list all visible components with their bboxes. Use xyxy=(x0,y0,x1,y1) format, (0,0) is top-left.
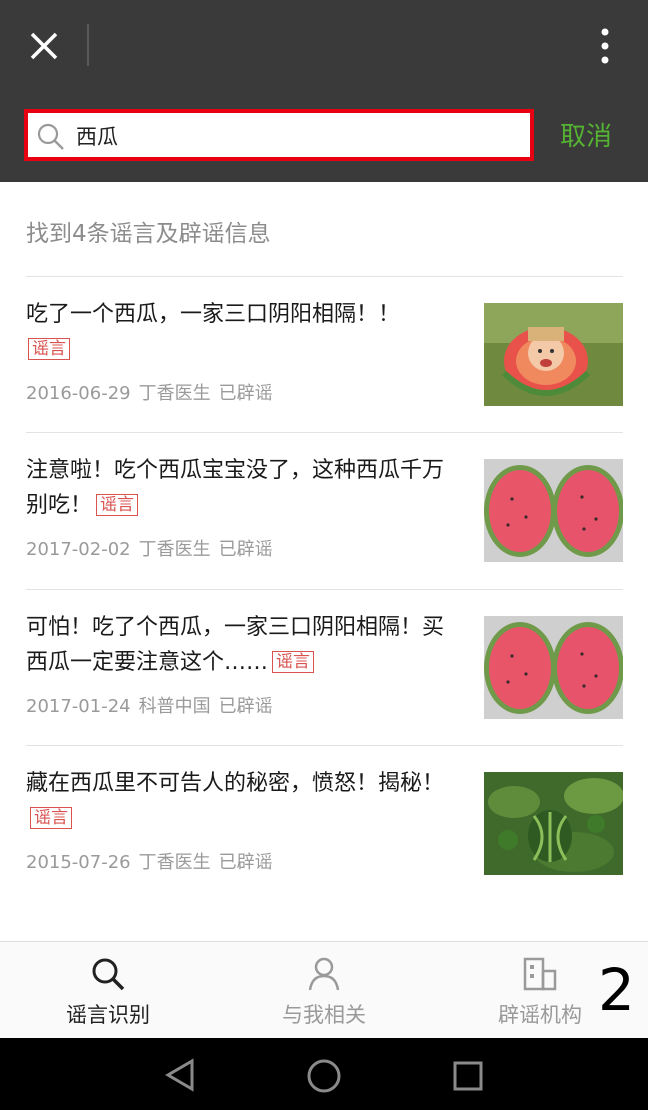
item-source: 丁香医生 xyxy=(138,383,211,404)
item-status: 已辟谣 xyxy=(218,696,273,717)
item-meta: 2017-01-24 科普中国 已辟谣 xyxy=(26,692,281,722)
rumor-tag: 谣言 xyxy=(96,494,139,516)
item-thumbnail xyxy=(484,459,623,562)
item-thumbnail xyxy=(484,616,623,719)
item-title: 吃了一个西瓜，一家三口阴阳相隔！！ 谣言 xyxy=(26,297,456,367)
item-status: 已辟谣 xyxy=(218,539,273,560)
rumor-tag: 谣言 xyxy=(272,651,315,673)
item-source: 科普中国 xyxy=(138,696,211,717)
search-input[interactable]: 西瓜 xyxy=(24,109,534,161)
item-thumbnail xyxy=(484,303,623,406)
divider xyxy=(26,276,623,277)
item-date: 2017-02-02 xyxy=(26,539,131,560)
item-title: 注意啦！吃个西瓜宝宝没了，这种西瓜千万别吃！ 谣言 xyxy=(26,453,456,523)
divider xyxy=(26,589,623,590)
tab-label: 辟谣机构 xyxy=(498,1003,582,1027)
divider xyxy=(26,745,623,746)
recent-apps-icon[interactable] xyxy=(452,1060,484,1092)
tab-label: 与我相关 xyxy=(282,1003,366,1027)
item-thumbnail xyxy=(484,772,623,875)
overlay-number: 2 xyxy=(598,956,635,1024)
item-meta: 2017-02-02 丁香医生 已辟谣 xyxy=(26,535,281,565)
rumor-tag: 谣言 xyxy=(28,338,70,360)
item-status: 已辟谣 xyxy=(218,852,273,873)
bottom-tab-bar: 谣言识别 与我相关 辟谣机构 xyxy=(0,941,648,1039)
item-meta: 2016-06-29 丁香医生 已辟谣 xyxy=(26,379,281,409)
tab-related-to-me[interactable]: 与我相关 xyxy=(244,942,404,1039)
header-divider xyxy=(87,24,89,66)
item-date: 2015-07-26 xyxy=(26,852,131,873)
close-button[interactable] xyxy=(24,26,64,66)
item-status: 已辟谣 xyxy=(218,383,273,404)
close-icon xyxy=(30,32,58,60)
more-button[interactable] xyxy=(588,24,622,68)
item-title-text: 藏在西瓜里不可告人的秘密，愤怒！揭秘！ xyxy=(26,771,445,796)
search-icon xyxy=(92,958,125,991)
item-title-text: 吃了一个西瓜，一家三口阴阳相隔！！ xyxy=(26,302,401,327)
home-icon[interactable] xyxy=(306,1058,342,1094)
tab-rumor-agency[interactable]: 辟谣机构 xyxy=(460,942,620,1039)
tab-rumor-identify[interactable]: 谣言识别 xyxy=(28,942,188,1039)
more-vertical-icon xyxy=(601,28,609,64)
item-meta: 2015-07-26 丁香医生 已辟谣 xyxy=(26,848,281,878)
item-title: 藏在西瓜里不可告人的秘密，愤怒！揭秘！ 谣言 xyxy=(26,766,456,836)
item-source: 丁香医生 xyxy=(138,852,211,873)
result-summary: 找到4条谣言及辟谣信息 xyxy=(26,221,271,247)
system-nav-bar xyxy=(0,1038,648,1110)
building-icon xyxy=(523,957,557,991)
top-bar: 西瓜 取消 xyxy=(0,0,648,182)
search-icon xyxy=(37,123,64,150)
back-icon[interactable] xyxy=(164,1058,196,1092)
item-title-text: 可怕！吃了个西瓜，一家三口阴阳相隔！买西瓜一定要注意这个…… xyxy=(26,615,445,675)
item-source: 丁香医生 xyxy=(138,539,211,560)
rumor-tag: 谣言 xyxy=(30,807,72,829)
item-date: 2016-06-29 xyxy=(26,383,131,404)
cancel-button[interactable]: 取消 xyxy=(560,118,612,156)
item-date: 2017-01-24 xyxy=(26,696,131,717)
divider xyxy=(26,432,623,433)
item-title: 可怕！吃了个西瓜，一家三口阴阳相隔！买西瓜一定要注意这个…… 谣言 xyxy=(26,610,456,680)
item-title-text: 注意啦！吃个西瓜宝宝没了，这种西瓜千万别吃！ xyxy=(26,458,445,518)
search-input-value: 西瓜 xyxy=(76,125,118,149)
person-icon xyxy=(308,957,340,991)
tab-label: 谣言识别 xyxy=(66,1003,150,1027)
